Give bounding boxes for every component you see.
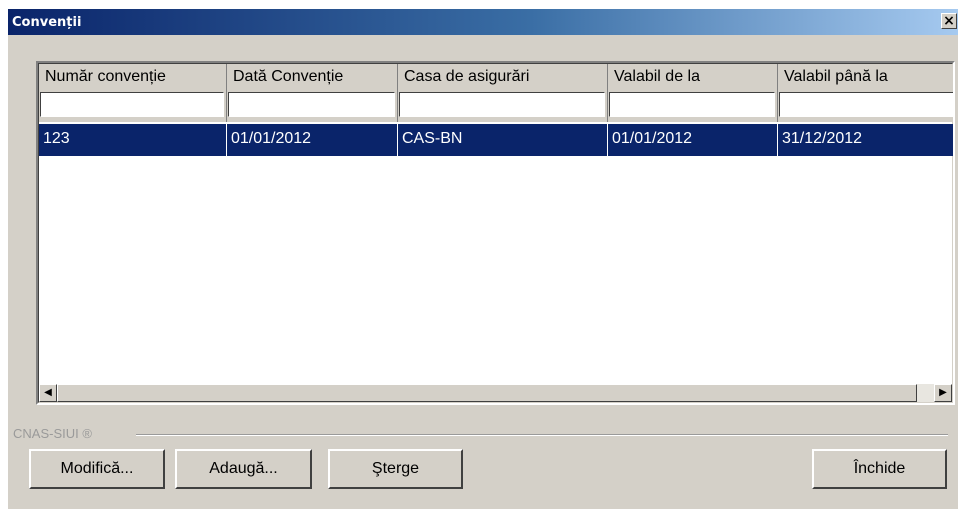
cell-numar-conventie: 123 xyxy=(39,124,227,156)
filter-input-data-conventie[interactable] xyxy=(228,92,395,117)
scroll-thumb[interactable] xyxy=(57,384,917,402)
column-header-valabil-de-la[interactable]: Valabil de la xyxy=(608,64,778,122)
horizontal-scrollbar[interactable]: ◀ ▶ xyxy=(39,384,952,402)
delete-button[interactable]: Şterge xyxy=(328,449,463,489)
column-header-valabil-pana-la[interactable]: Valabil până la xyxy=(778,64,953,122)
scroll-right-button[interactable]: ▶ xyxy=(934,384,952,402)
column-header-numar-conventie[interactable]: Număr convenție xyxy=(39,64,227,122)
filter-input-casa-de-asigurari[interactable] xyxy=(399,92,605,117)
scroll-left-button[interactable]: ◀ xyxy=(39,384,57,402)
close-icon: × xyxy=(943,13,955,29)
window-title: Convenții xyxy=(12,15,82,30)
column-header-data-conventie[interactable]: Dată Convenție xyxy=(227,64,398,122)
column-header-label: Număr convenție xyxy=(45,68,166,85)
cell-valabil-pana-la: 31/12/2012 xyxy=(782,130,863,147)
filter-input-numar-conventie[interactable] xyxy=(40,92,224,117)
title-bar[interactable]: Convenții × xyxy=(8,9,958,35)
cell-valabil-de-la: 01/01/2012 xyxy=(608,124,778,156)
conventions-window: Convenții × Număr convenție Dată Convenț… xyxy=(7,8,958,509)
arrow-right-icon: ▶ xyxy=(939,387,947,398)
grid-header-row: Număr convenție Dată Convenție Casa de a… xyxy=(39,64,953,122)
modify-button[interactable]: Modifică... xyxy=(29,449,165,489)
filter-input-valabil-pana-la[interactable] xyxy=(779,92,953,117)
cell-casa-de-asigurari: CAS-BN xyxy=(398,124,608,156)
close-button[interactable]: Închide xyxy=(812,449,947,489)
column-header-label: Valabil de la xyxy=(614,68,700,85)
arrow-left-icon: ◀ xyxy=(44,387,52,398)
close-window-button[interactable]: × xyxy=(941,13,957,29)
brand-label: CNAS-SIUI ® xyxy=(13,426,92,441)
table-row[interactable]: 123 01/01/2012 CAS-BN 01/01/2012 31/12/2… xyxy=(39,124,953,156)
add-button[interactable]: Adaugă... xyxy=(175,449,312,489)
column-header-casa-de-asigurari[interactable]: Casa de asigurări xyxy=(398,64,608,122)
filter-input-valabil-de-la[interactable] xyxy=(609,92,775,117)
column-header-label: Casa de asigurări xyxy=(404,68,530,85)
cell-data-conventie: 01/01/2012 xyxy=(227,124,398,156)
brand-divider xyxy=(136,434,948,436)
conventions-grid: Număr convenție Dată Convenție Casa de a… xyxy=(36,61,955,405)
column-header-label: Valabil până la xyxy=(784,68,888,85)
column-header-label: Dată Convenție xyxy=(233,68,344,85)
